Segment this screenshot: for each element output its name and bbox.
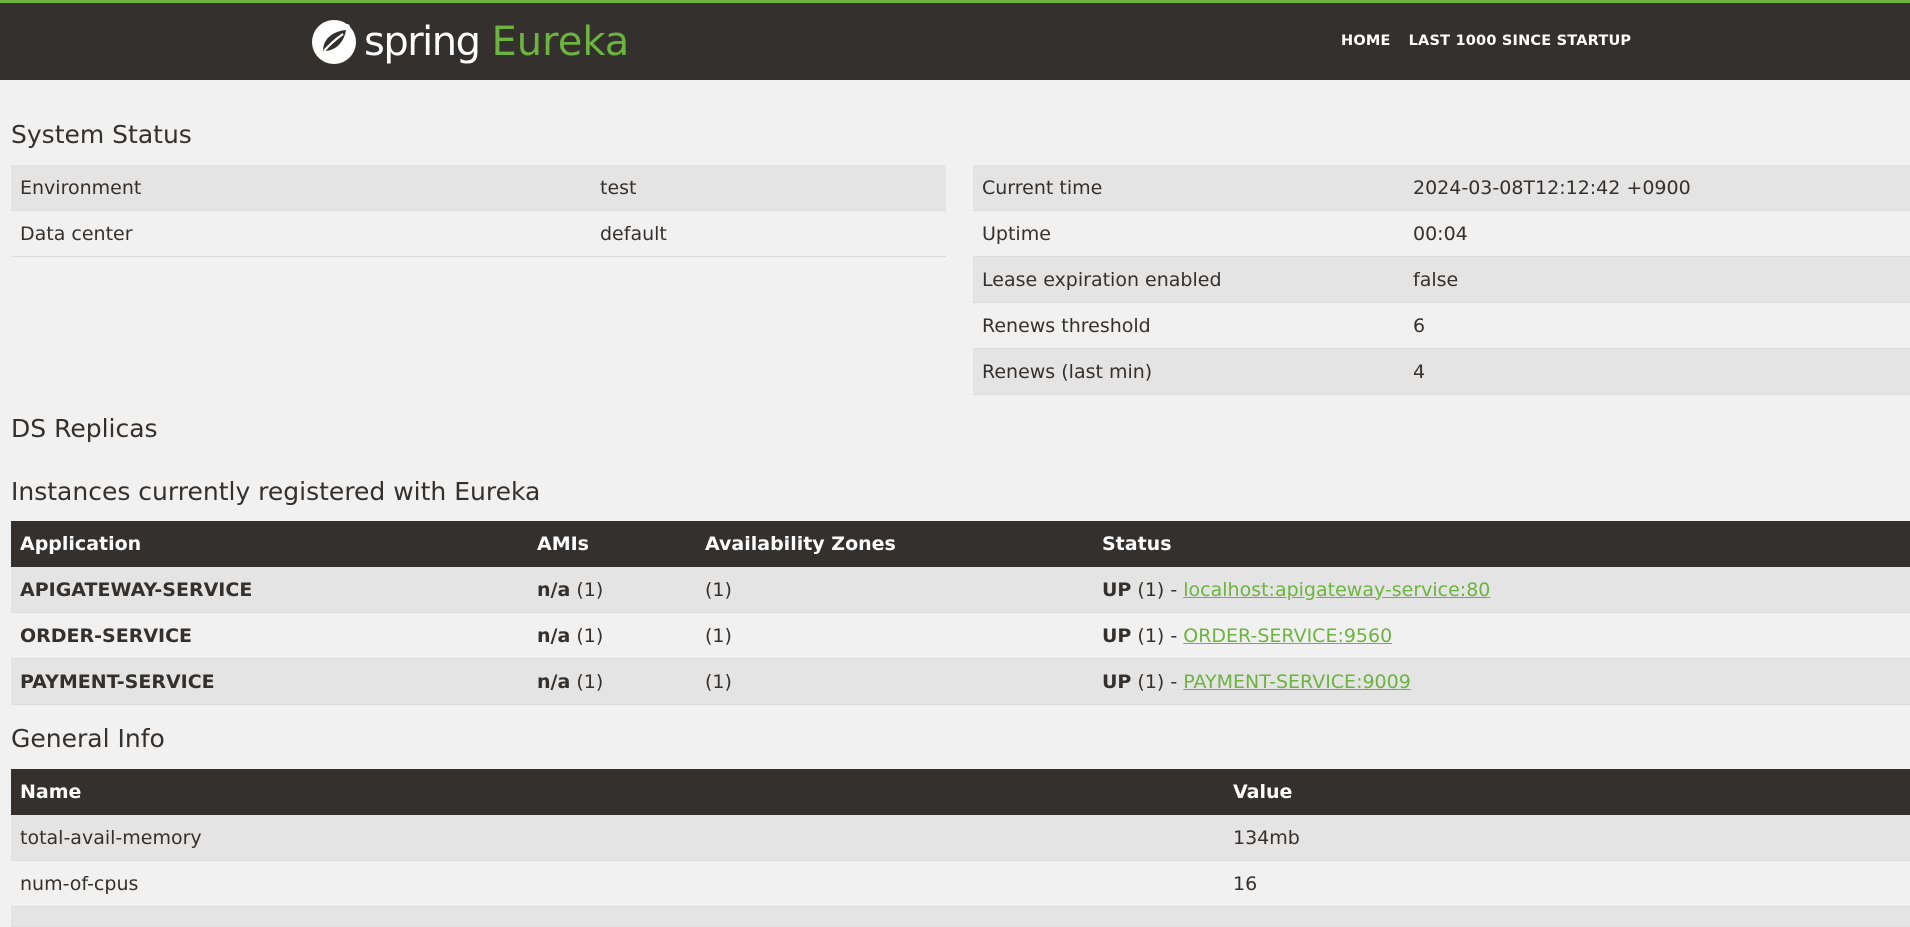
table-row: APIGATEWAY-SERVICE n/a (1) (1) UP (1) - … xyxy=(11,567,1910,613)
info-value: 16 xyxy=(1233,872,1258,895)
status-value: UP xyxy=(1102,578,1132,601)
zones-cell: (1) xyxy=(705,670,732,693)
row-value: test xyxy=(600,176,637,199)
system-status-title: System Status xyxy=(11,120,192,149)
ami-value: n/a xyxy=(537,670,571,693)
general-info-title: General Info xyxy=(11,724,165,753)
table-row: Renews (last min) 4 xyxy=(973,349,1910,395)
row-label: Data center xyxy=(20,222,133,245)
row-label: Renews (last min) xyxy=(982,360,1153,383)
row-value: 2024-03-08T12:12:42 +0900 xyxy=(1413,176,1691,199)
ami-value: n/a xyxy=(537,624,571,647)
status-count: (1) - xyxy=(1137,624,1178,647)
ami-count: (1) xyxy=(576,670,604,693)
table-row: ORDER-SERVICE n/a (1) (1) UP (1) - ORDER… xyxy=(11,613,1910,659)
spring-leaf-icon xyxy=(312,20,356,64)
general-info-header-row: Name Value xyxy=(11,769,1910,815)
status-cell: UP (1) - PAYMENT-SERVICE:9009 xyxy=(1093,671,1411,693)
info-name: num-of-cpus xyxy=(20,872,139,895)
header-status: Status xyxy=(1102,533,1172,555)
row-value: 4 xyxy=(1413,360,1426,383)
ami-value: n/a xyxy=(537,578,571,601)
table-row: num-of-cpus 16 xyxy=(11,861,1910,907)
zones-cell: (1) xyxy=(705,624,732,647)
table-row: Lease expiration enabled false xyxy=(973,257,1910,303)
table-row: PAYMENT-SERVICE n/a (1) (1) UP (1) - PAY… xyxy=(11,659,1910,705)
instances-title: Instances currently registered with Eure… xyxy=(11,477,541,506)
table-row: Renews threshold 6 xyxy=(973,303,1910,349)
nav-links: HOME LAST 1000 SINCE STARTUP xyxy=(1341,33,1631,49)
row-value: default xyxy=(600,222,667,245)
zones-cell: (1) xyxy=(705,578,732,601)
system-status-left-table: Environment test Data center default xyxy=(11,165,946,257)
general-info-table: Name Value total-avail-memory 134mb num-… xyxy=(11,769,1910,927)
header-name: Name xyxy=(20,781,82,803)
table-row-partial xyxy=(11,907,1910,927)
row-label: Environment xyxy=(20,176,142,199)
row-label: Renews threshold xyxy=(982,314,1151,337)
instance-link[interactable]: localhost:apigateway-service:80 xyxy=(1183,579,1490,601)
table-row: Uptime 00:04 xyxy=(973,211,1910,257)
status-value: UP xyxy=(1102,624,1132,647)
amis-cell: n/a (1) xyxy=(528,625,696,647)
instance-link[interactable]: PAYMENT-SERVICE:9009 xyxy=(1183,671,1411,693)
system-status-right-table: Current time 2024-03-08T12:12:42 +0900 U… xyxy=(973,165,1910,395)
row-value: 6 xyxy=(1413,314,1426,337)
amis-cell: n/a (1) xyxy=(528,579,696,601)
table-row: total-avail-memory 134mb xyxy=(11,815,1910,861)
application-name: ORDER-SERVICE xyxy=(20,624,193,647)
ami-count: (1) xyxy=(576,578,604,601)
row-label: Current time xyxy=(982,176,1103,199)
table-row: Environment test xyxy=(11,165,946,211)
brand-spring-text: spring xyxy=(364,19,481,65)
ami-count: (1) xyxy=(576,624,604,647)
header-value: Value xyxy=(1233,781,1293,803)
instances-header-row: Application AMIs Availability Zones Stat… xyxy=(11,521,1910,567)
instances-table: Application AMIs Availability Zones Stat… xyxy=(11,521,1910,705)
status-count: (1) - xyxy=(1137,670,1178,693)
row-value: 00:04 xyxy=(1413,222,1468,245)
header-amis: AMIs xyxy=(537,533,589,555)
status-cell: UP (1) - localhost:apigateway-service:80 xyxy=(1093,579,1490,601)
status-count: (1) - xyxy=(1137,578,1178,601)
status-cell: UP (1) - ORDER-SERVICE:9560 xyxy=(1093,625,1392,647)
nav-home-link[interactable]: HOME xyxy=(1341,33,1391,49)
header-availability-zones: Availability Zones xyxy=(705,533,896,555)
table-row: Current time 2024-03-08T12:12:42 +0900 xyxy=(973,165,1910,211)
ds-replicas-title: DS Replicas xyxy=(11,414,158,443)
row-label: Uptime xyxy=(982,222,1051,245)
info-value: 134mb xyxy=(1233,826,1300,849)
header-application: Application xyxy=(20,533,142,555)
navbar: spring Eureka HOME LAST 1000 SINCE START… xyxy=(0,0,1910,80)
info-name: total-avail-memory xyxy=(20,826,202,849)
brand-logo-link[interactable]: spring Eureka xyxy=(310,18,629,66)
row-label: Lease expiration enabled xyxy=(982,268,1222,291)
row-value: false xyxy=(1413,268,1459,291)
nav-last-1000-link[interactable]: LAST 1000 SINCE STARTUP xyxy=(1409,33,1632,49)
application-name: APIGATEWAY-SERVICE xyxy=(20,578,253,601)
status-value: UP xyxy=(1102,670,1132,693)
application-name: PAYMENT-SERVICE xyxy=(20,670,215,693)
instance-link[interactable]: ORDER-SERVICE:9560 xyxy=(1183,625,1392,647)
amis-cell: n/a (1) xyxy=(528,671,696,693)
brand-eureka-text: Eureka xyxy=(491,19,630,65)
table-row: Data center default xyxy=(11,211,946,257)
